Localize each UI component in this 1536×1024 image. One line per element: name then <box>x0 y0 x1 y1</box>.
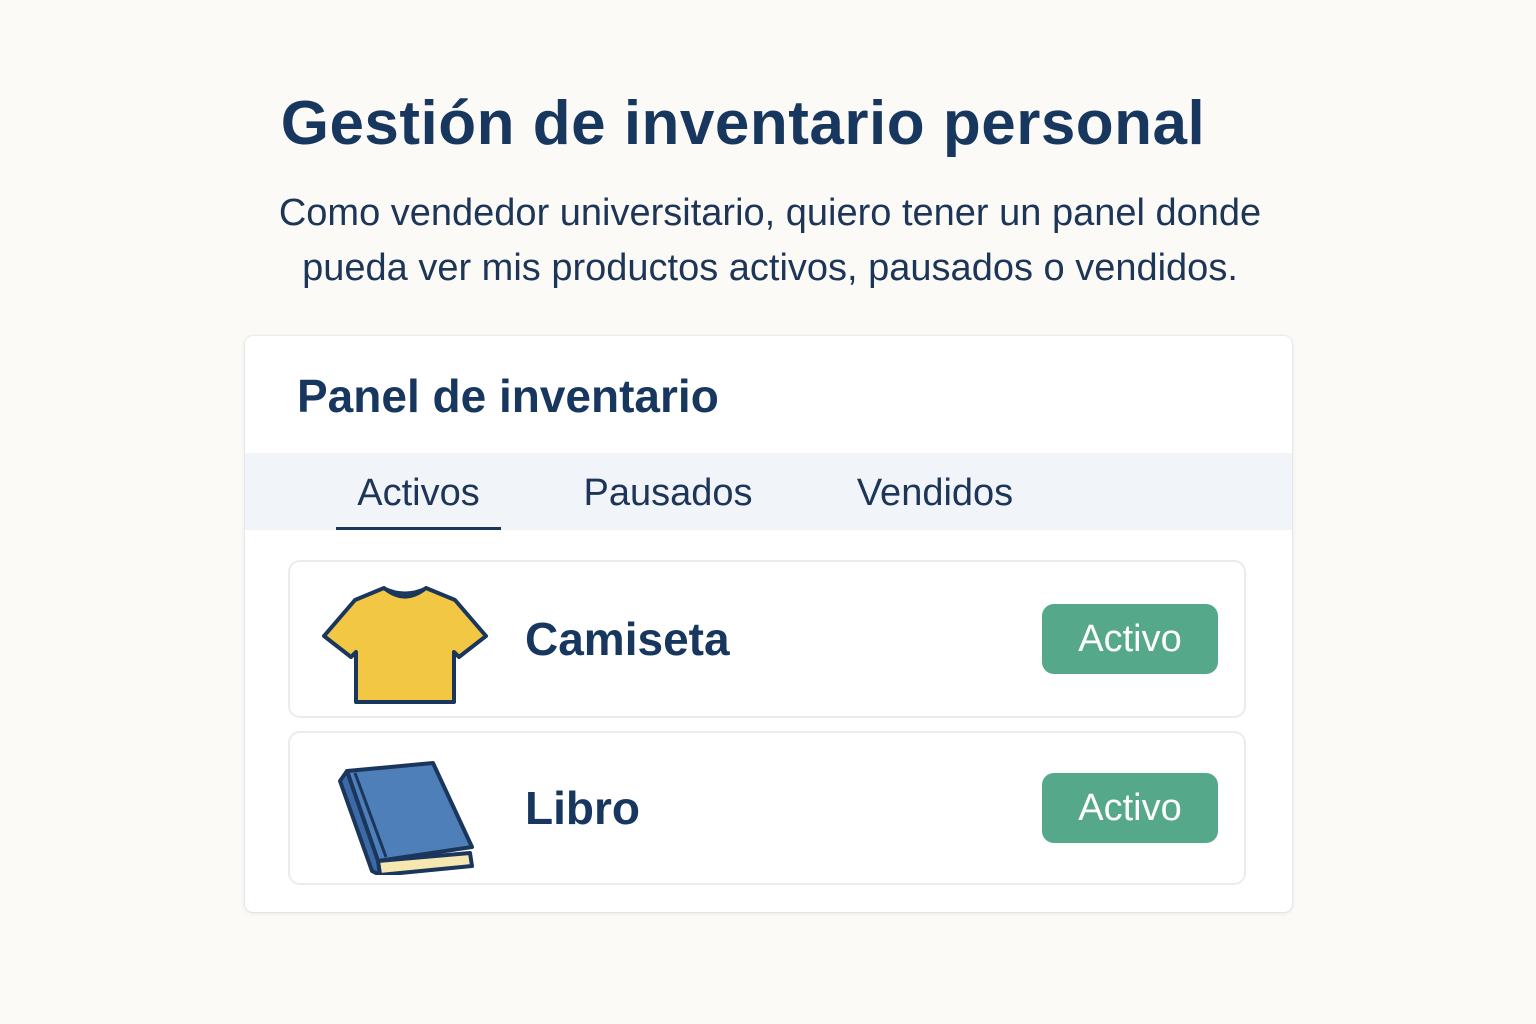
page-title: Gestión de inventario personal <box>280 89 1206 158</box>
tab-vendidos[interactable]: Vendidos <box>835 453 1035 530</box>
inventory-panel: Panel de inventario Activos Pausados Ven… <box>245 336 1292 912</box>
panel-title: Panel de inventario <box>297 370 719 422</box>
page-subtitle-line-2: pueda ver mis productos activos, pausado… <box>302 247 1238 289</box>
tshirt-icon <box>322 586 488 704</box>
page-subtitle: Como vendedor universitario, quiero tene… <box>180 186 1360 296</box>
inventory-item-camiseta[interactable]: Camiseta Activo <box>288 560 1246 718</box>
tab-pausados[interactable]: Pausados <box>565 453 771 530</box>
page-subtitle-line-1: Como vendedor universitario, quiero tene… <box>278 192 1262 234</box>
tab-activos[interactable]: Activos <box>336 453 501 530</box>
item-name: Libro <box>525 782 640 834</box>
inventory-item-libro[interactable]: Libro Activo <box>288 731 1246 885</box>
status-badge: Activo <box>1042 773 1218 843</box>
item-name: Camiseta <box>525 613 730 665</box>
status-tabs: Activos Pausados Vendidos <box>245 453 1292 530</box>
status-badge: Activo <box>1042 604 1218 674</box>
book-icon <box>338 761 474 875</box>
